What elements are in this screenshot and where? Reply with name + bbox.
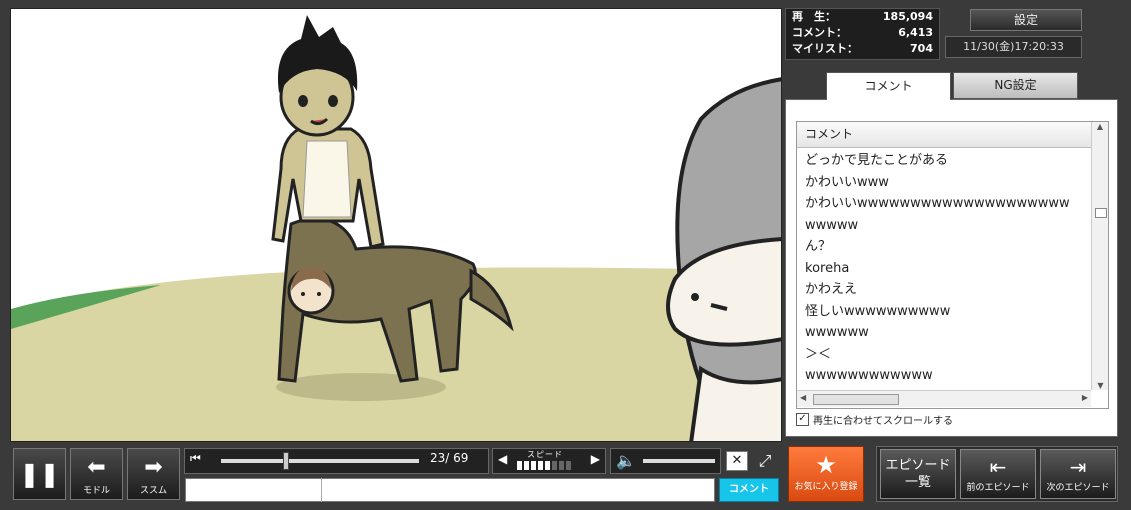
seek-track[interactable]: [221, 459, 419, 463]
comment-list-header[interactable]: コメント: [797, 122, 1091, 148]
comment-toggle-icon[interactable]: ✕: [726, 451, 748, 471]
forward-button[interactable]: ➡ ススム: [127, 448, 180, 500]
autoscroll-option[interactable]: ✓ 再生に合わせてスクロールする: [796, 411, 953, 427]
current-datetime: 11/30(金)17:20:33: [945, 36, 1082, 58]
scroll-up-icon[interactable]: ▲: [1092, 122, 1108, 131]
horizontal-scroll-thumb[interactable]: [813, 394, 899, 405]
comments-label: コメント：: [792, 26, 847, 39]
tab-comment[interactable]: コメント: [826, 72, 951, 100]
speed-level-block: [552, 461, 557, 470]
next-episode-icon: ⇥: [1069, 455, 1087, 479]
mylist-row: マイリスト： 704: [786, 41, 939, 57]
back-button[interactable]: ⬅ モドル: [70, 448, 123, 500]
comment-row[interactable]: どっかで見たことがある: [797, 150, 1091, 172]
scroll-right-icon[interactable]: ▶: [1082, 393, 1088, 402]
speed-level-meter[interactable]: [517, 461, 571, 470]
comments-row: コメント： 6,413: [786, 25, 939, 41]
scroll-left-icon[interactable]: ◀: [800, 393, 806, 402]
speed-level-block: [545, 461, 550, 470]
prev-episode-icon: ⇤: [989, 455, 1007, 479]
views-count: 185,094: [882, 10, 933, 23]
scroll-thumb[interactable]: [1095, 208, 1107, 218]
comment-row[interactable]: ん？: [797, 236, 1091, 258]
fullscreen-icon[interactable]: ⤢: [752, 450, 778, 472]
comments-count: 6,413: [898, 26, 933, 39]
next-episode-button[interactable]: ⇥ 次のエピソード: [1040, 449, 1116, 499]
speed-level-block: [538, 461, 543, 470]
forward-label: ススム: [139, 486, 167, 496]
comment-list-body[interactable]: どっかで見たことがある かわいいwww かわいいwwwwwwwwwwwwwwwwww…: [797, 150, 1091, 390]
next-episode-label: 次のエピソード: [1046, 483, 1110, 493]
comment-list-horizontal-scrollbar[interactable]: ◀ ▶: [797, 390, 1091, 407]
prev-episode-label: 前のエピソード: [966, 483, 1030, 493]
speed-down-icon[interactable]: ◀: [498, 452, 507, 466]
comment-row[interactable]: かわいいwwwwwwwwwwwwwwwwwwww: [797, 193, 1091, 215]
comment-list-vertical-scrollbar[interactable]: ▲ ▼: [1091, 122, 1108, 390]
comment-row[interactable]: wwwwww: [797, 322, 1091, 344]
video-frame: [11, 9, 781, 441]
views-row: 再 生： 185,094: [786, 9, 939, 25]
favorite-label: お気に入り登録: [794, 482, 858, 492]
tab-ng-settings[interactable]: NG設定: [953, 72, 1078, 99]
settings-button[interactable]: 設定: [970, 9, 1082, 31]
mylist-label: マイリスト：: [792, 42, 858, 55]
video-player[interactable]: [10, 8, 782, 442]
speed-label: スピード: [527, 450, 563, 459]
back-label: モドル: [82, 486, 110, 496]
speaker-icon[interactable]: 🔈: [616, 451, 636, 470]
comment-row[interactable]: かわええ: [797, 279, 1091, 301]
speed-level-block: [524, 461, 529, 470]
episode-list-button[interactable]: エピソード 一覧: [880, 449, 956, 499]
favorite-button[interactable]: ★ お気に入り登録: [788, 446, 864, 502]
scroll-down-icon[interactable]: ▼: [1092, 381, 1109, 390]
arrow-left-icon: ⬅: [87, 455, 106, 480]
episode-list-label: エピソード 一覧: [885, 458, 951, 490]
skip-to-start-icon[interactable]: ⏮: [190, 451, 201, 466]
mylist-count: 704: [910, 42, 933, 55]
star-icon: ★: [815, 451, 837, 479]
speed-control: ◀ スピード ▶: [492, 448, 606, 474]
seek-handle[interactable]: [283, 452, 290, 470]
speed-level-block: [531, 461, 536, 470]
comment-row[interactable]: koreha: [797, 258, 1091, 280]
autoscroll-checkbox[interactable]: ✓: [796, 412, 809, 426]
comment-row[interactable]: かわいいwww: [797, 172, 1091, 194]
pause-icon: ❚❚: [19, 460, 60, 488]
autoscroll-label: 再生に合わせてスクロールする: [813, 415, 953, 427]
prev-episode-button[interactable]: ⇤ 前のエピソード: [960, 449, 1036, 499]
stats-panel: 再 生： 185,094 コメント： 6,413 マイリスト： 704: [785, 8, 940, 60]
pause-button[interactable]: ❚❚: [13, 448, 66, 500]
comment-row[interactable]: wwwww: [797, 215, 1091, 237]
speed-level-block: [517, 461, 522, 470]
speed-up-icon[interactable]: ▶: [591, 452, 600, 466]
comment-row[interactable]: wwwwwwwwwwww: [797, 365, 1091, 387]
playback-time: 23/ 69: [430, 451, 469, 465]
speed-level-block: [566, 461, 571, 470]
comment-submit-button[interactable]: コメント: [719, 478, 779, 502]
views-label: 再 生：: [792, 10, 836, 23]
comment-row[interactable]: ＞＜: [797, 344, 1091, 366]
arrow-right-icon: ➡: [144, 455, 163, 480]
volume-slider[interactable]: [643, 459, 715, 463]
speed-level-block: [559, 461, 564, 470]
command-input[interactable]: [185, 478, 322, 502]
comment-row[interactable]: 怪しいwwwwwwwwww: [797, 301, 1091, 323]
